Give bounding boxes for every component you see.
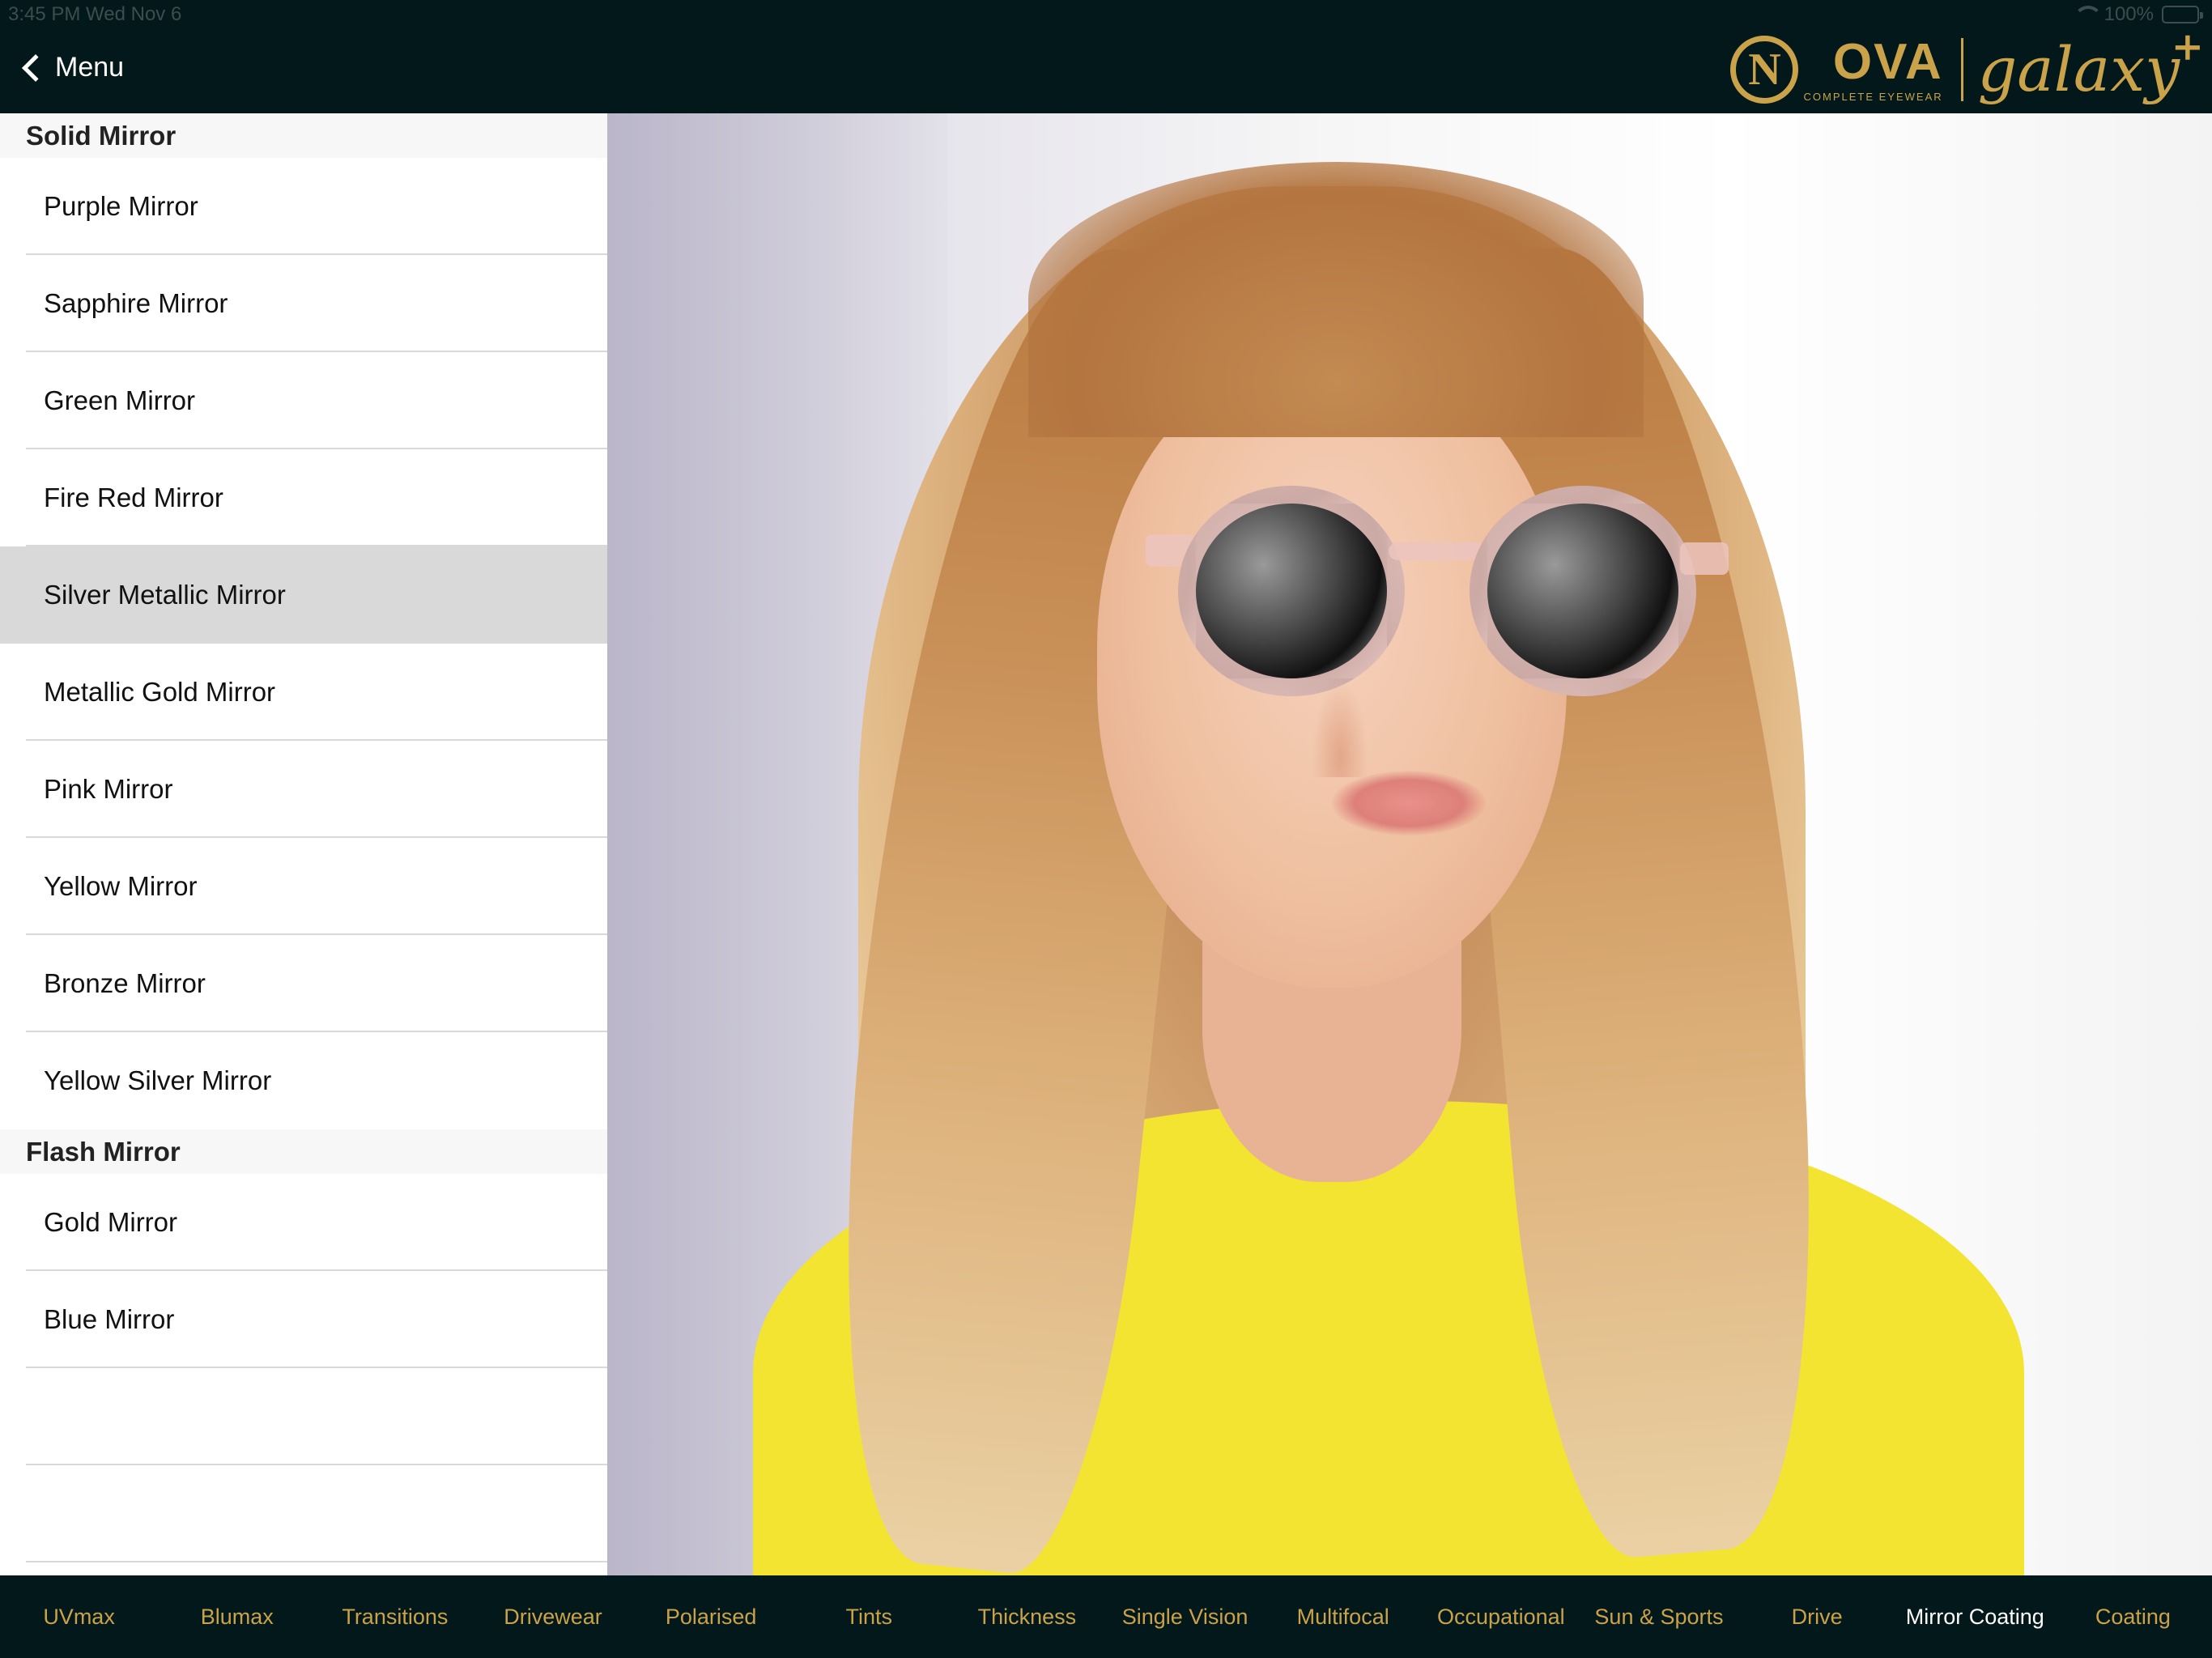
back-label: Menu [55,52,125,83]
list-item[interactable]: Sapphire Mirror [0,255,607,352]
nova-logo-ring: N [1730,36,1799,104]
tab-drive[interactable]: Drive [1738,1605,1896,1630]
tab-blumax[interactable]: Blumax [158,1605,316,1630]
section-header: Flash Mirror [0,1129,607,1174]
empty-row [0,1465,607,1562]
list-item[interactable]: Yellow Mirror [0,838,607,935]
galaxy-logo-plus: + [2171,24,2204,70]
status-time-date: 3:45 PM Wed Nov 6 [8,3,182,25]
chevron-left-icon [22,53,49,82]
tab-single-vision[interactable]: Single Vision [1106,1605,1264,1630]
tab-polarised[interactable]: Polarised [632,1605,790,1630]
list-item[interactable]: Bronze Mirror [0,935,607,1032]
list-item[interactable]: Purple Mirror [0,158,607,255]
brand-logo: N OVA COMPLETE EYEWEAR galaxy + [1730,28,2204,107]
list-item[interactable]: Silver Metallic Mirror [0,546,607,644]
list-item[interactable]: Gold Mirror [0,1174,607,1271]
nova-logo-text: OVA [1832,33,1943,90]
section-header: Solid Mirror [0,113,607,158]
tab-coating[interactable]: Coating [2054,1605,2212,1630]
tab-mirror-coating[interactable]: Mirror Coating [1896,1605,2054,1630]
nova-wordmark: OVA COMPLETE EYEWEAR [1803,33,1943,103]
mirrored-sunglasses [1146,486,1729,696]
battery-icon [2162,6,2203,23]
empty-row [0,1368,607,1465]
back-button[interactable]: Menu [18,52,124,83]
navigation-bar: 3:45 PM Wed Nov 6 100% Menu N OVA COMPLE… [0,0,2212,113]
list-item[interactable]: Blue Mirror [0,1271,607,1368]
galaxy-logo: galaxy + [1978,28,2204,100]
left-lens [1178,486,1405,696]
list-item[interactable]: Yellow Silver Mirror [0,1032,607,1129]
list-item[interactable]: Pink Mirror [0,741,607,838]
nova-logo-initial: N [1748,45,1781,95]
tab-uvmax[interactable]: UVmax [0,1605,158,1630]
preview-image [607,113,2212,1575]
galaxy-logo-text: galaxy [1977,33,2180,105]
tab-sun-sports[interactable]: Sun & Sports [1580,1605,1738,1630]
tab-tints[interactable]: Tints [790,1605,948,1630]
nova-tagline: COMPLETE EYEWEAR [1803,90,1943,103]
right-lens [1470,486,1696,696]
tab-occupational[interactable]: Occupational [1422,1605,1580,1630]
wifi-icon [2073,6,2103,23]
tab-multifocal[interactable]: Multifocal [1264,1605,1422,1630]
bottom-tab-bar: UVmax Blumax Transitions Drivewear Polarised… [0,1575,2212,1658]
tab-transitions[interactable]: Transitions [316,1605,474,1630]
status-right: 100% [2073,3,2203,26]
logo-divider [1960,38,1963,101]
tab-thickness[interactable]: Thickness [948,1605,1106,1630]
list-item[interactable]: Green Mirror [0,352,607,449]
battery-percent: 100% [2104,3,2154,25]
list-item[interactable]: Metallic Gold Mirror [0,644,607,741]
tab-drivewear[interactable]: Drivewear [474,1605,632,1630]
list-item[interactable]: Fire Red Mirror [0,449,607,546]
mirror-coating-list[interactable]: Solid Mirror Purple Mirror Sapphire Mirror… [0,113,607,1575]
